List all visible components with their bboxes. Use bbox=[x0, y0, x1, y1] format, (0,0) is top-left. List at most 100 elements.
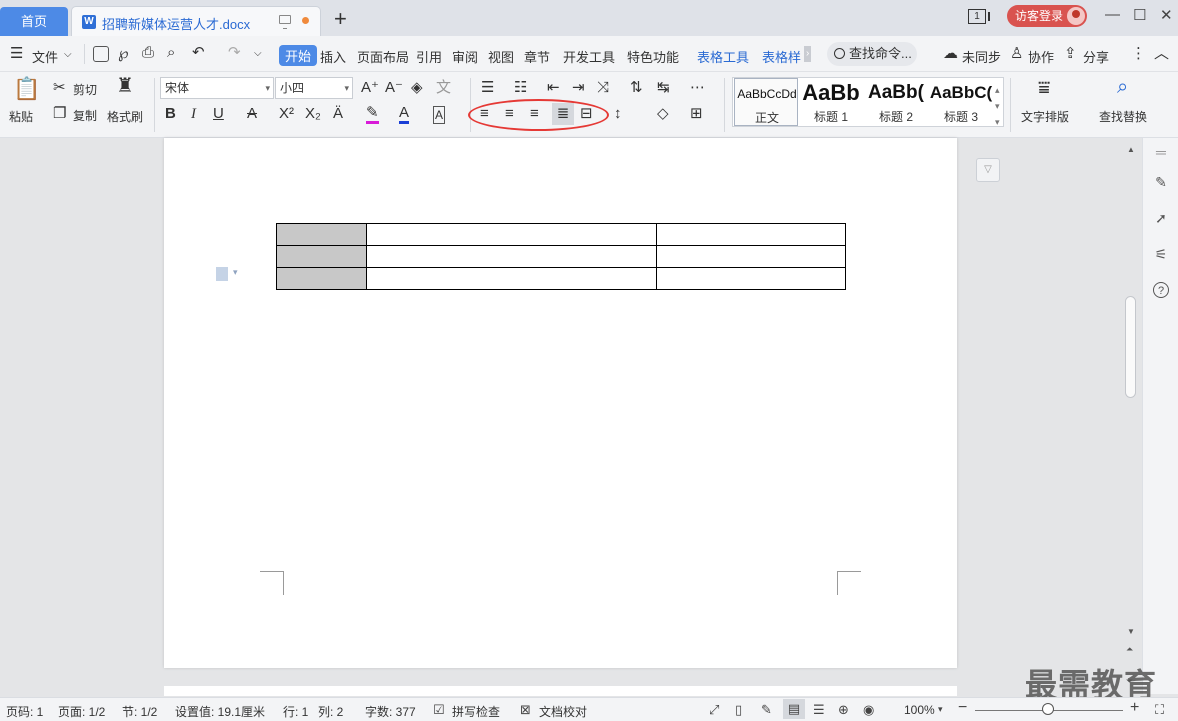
proofread-button[interactable]: 文档校对 bbox=[539, 703, 587, 720]
chevron-down-icon[interactable]: ⌵ bbox=[64, 47, 72, 63]
status-row[interactable]: 行: 1 bbox=[283, 703, 308, 720]
scroll-up-icon[interactable]: ▲ bbox=[1127, 142, 1135, 158]
table-cell[interactable] bbox=[366, 267, 657, 290]
underline-icon[interactable]: U bbox=[213, 106, 224, 122]
command-search[interactable]: 查找命令... bbox=[827, 42, 917, 66]
edit-mode-icon[interactable]: ✎ bbox=[761, 702, 772, 718]
table-cell[interactable] bbox=[656, 245, 846, 268]
menu-file[interactable]: 文件 bbox=[32, 47, 58, 66]
char-border-icon[interactable]: A bbox=[433, 106, 446, 124]
menu-review[interactable]: 审阅 bbox=[452, 47, 478, 66]
table-cell[interactable] bbox=[276, 223, 367, 246]
grow-font-icon[interactable]: A⁺ bbox=[361, 80, 379, 96]
side-panel-toggle-icon[interactable]: ▽ bbox=[976, 158, 1000, 182]
superscript-icon[interactable]: X² bbox=[279, 106, 294, 122]
style-normal[interactable]: AaBbCcDd 正文 bbox=[734, 78, 798, 126]
eye-protect-icon[interactable]: ◉ bbox=[863, 702, 874, 718]
menu-start[interactable]: 开始 bbox=[279, 45, 318, 66]
find-icon[interactable]: ⌕ bbox=[1117, 77, 1128, 97]
shading-icon[interactable]: ◇ bbox=[657, 106, 669, 122]
font-size-select[interactable]: 小四 bbox=[275, 77, 353, 99]
text-direction-icon[interactable]: ↹ bbox=[657, 80, 670, 96]
monitor-icon[interactable] bbox=[279, 15, 291, 29]
export-pdf-icon[interactable]: ℘ bbox=[118, 46, 128, 62]
paragraph-menu-icon[interactable] bbox=[216, 267, 238, 281]
font-color-icon[interactable]: A bbox=[399, 105, 410, 124]
highlight-icon[interactable]: ✎ bbox=[366, 105, 379, 124]
document-page[interactable] bbox=[164, 138, 957, 668]
collapse-ribbon-icon[interactable]: ︿ bbox=[1154, 46, 1169, 62]
increase-indent-icon[interactable]: ⇥ bbox=[572, 80, 585, 96]
show-marks-icon[interactable]: ⋯ bbox=[690, 80, 705, 96]
table-cell[interactable] bbox=[656, 267, 846, 290]
help-icon[interactable]: ? bbox=[1153, 282, 1169, 298]
undo-icon[interactable]: ↶ bbox=[192, 45, 205, 61]
table-cell[interactable] bbox=[656, 223, 846, 246]
edit-pen-icon[interactable]: ✎ bbox=[1153, 174, 1169, 190]
style-heading-3[interactable]: AaBbC( 标题 3 bbox=[929, 78, 993, 126]
scroll-down-icon[interactable]: ▼ bbox=[1127, 624, 1135, 640]
menu-view[interactable]: 视图 bbox=[488, 47, 514, 66]
status-words[interactable]: 字数: 377 bbox=[365, 703, 416, 720]
find-replace-button[interactable]: 查找替换 bbox=[1099, 108, 1147, 125]
window-count-icon[interactable]: 1 bbox=[968, 9, 990, 24]
format-painter-icon[interactable]: ♜ bbox=[116, 76, 134, 96]
italic-icon[interactable]: I bbox=[191, 106, 196, 122]
clear-format-icon[interactable]: ◈ bbox=[411, 80, 423, 96]
menu-table-tools[interactable]: 表格工具 bbox=[697, 47, 749, 66]
format-painter-button[interactable]: 格式刷 bbox=[107, 108, 143, 125]
web-view-icon[interactable]: ⊕ bbox=[838, 702, 849, 718]
menu-insert[interactable]: 插入 bbox=[320, 47, 346, 66]
subscript-icon[interactable]: X₂ bbox=[305, 106, 321, 122]
table-cell[interactable] bbox=[276, 267, 367, 290]
new-tab-button[interactable]: + bbox=[334, 8, 347, 30]
redo-icon[interactable]: ↷ bbox=[228, 45, 241, 61]
phonetic-guide-icon[interactable]: 文 bbox=[436, 80, 451, 96]
font-name-select[interactable]: 宋体 bbox=[160, 77, 274, 99]
table-cell[interactable] bbox=[366, 245, 657, 268]
sort-icon[interactable]: ⇅ bbox=[630, 80, 643, 96]
tab-document[interactable]: W 招聘新媒体运营人才.docx bbox=[71, 6, 321, 36]
menu-chapter[interactable]: 章节 bbox=[524, 47, 550, 66]
cut-icon[interactable]: ✂ bbox=[53, 80, 66, 96]
read-mode-icon[interactable]: ▯ bbox=[735, 702, 742, 718]
text-effect-icon[interactable]: Ä bbox=[333, 106, 343, 122]
zoom-dropdown-icon[interactable]: ▾ bbox=[938, 704, 943, 715]
scroll-thumb[interactable] bbox=[1125, 296, 1136, 398]
fit-window-icon[interactable]: ⛶ bbox=[1155, 702, 1164, 718]
fullscreen-icon[interactable]: ⤢ bbox=[709, 702, 719, 718]
line-spacing-icon[interactable]: ↕ bbox=[614, 106, 622, 122]
bullet-list-icon[interactable]: ☰ bbox=[481, 80, 494, 96]
copy-icon[interactable]: ❐ bbox=[53, 106, 66, 122]
chinese-layout-icon[interactable]: ⤨ bbox=[597, 80, 609, 96]
numbered-list-icon[interactable]: ☷ bbox=[514, 80, 527, 96]
menu-special[interactable]: 特色功能 bbox=[627, 47, 679, 66]
restore-button[interactable]: ☐ bbox=[1133, 6, 1146, 24]
menu-table-style[interactable]: 表格样 bbox=[762, 47, 801, 66]
save-icon[interactable] bbox=[93, 46, 109, 62]
document-table[interactable] bbox=[276, 223, 846, 290]
status-col[interactable]: 列: 2 bbox=[318, 703, 343, 720]
table-cell[interactable] bbox=[276, 245, 367, 268]
share-button[interactable]: 分享 bbox=[1083, 47, 1109, 66]
visitor-login-button[interactable]: 访客登录 bbox=[1007, 5, 1087, 27]
settings-sliders-icon[interactable]: ⚟ bbox=[1153, 246, 1169, 262]
print-icon[interactable]: ⎙ bbox=[142, 45, 154, 61]
bold-icon[interactable]: B bbox=[165, 106, 176, 122]
style-scroll-icon[interactable]: ▴ ▾ ▾ bbox=[995, 82, 1000, 130]
zoom-slider-thumb[interactable] bbox=[1042, 703, 1054, 715]
decrease-indent-icon[interactable]: ⇤ bbox=[547, 80, 560, 96]
zoom-level[interactable]: 100% bbox=[904, 703, 935, 717]
outline-view-icon[interactable]: ☰ bbox=[813, 702, 825, 718]
style-heading-2[interactable]: AaBb( 标题 2 bbox=[864, 78, 928, 126]
tab-home[interactable]: 首页 bbox=[0, 7, 68, 36]
zoom-in-icon[interactable]: + bbox=[1130, 699, 1139, 717]
cut-button[interactable]: 剪切 bbox=[73, 81, 97, 98]
status-section[interactable]: 节: 1/2 bbox=[122, 703, 157, 720]
text-layout-icon[interactable]: ⩸ bbox=[1038, 78, 1050, 98]
menu-references[interactable]: 引用 bbox=[416, 47, 442, 66]
menu-scroll-right-icon[interactable]: › bbox=[804, 46, 812, 62]
sync-status[interactable]: 未同步 bbox=[962, 47, 1001, 66]
menu-developer[interactable]: 开发工具 bbox=[563, 47, 615, 66]
more-icon[interactable]: ⋮ bbox=[1131, 46, 1146, 62]
